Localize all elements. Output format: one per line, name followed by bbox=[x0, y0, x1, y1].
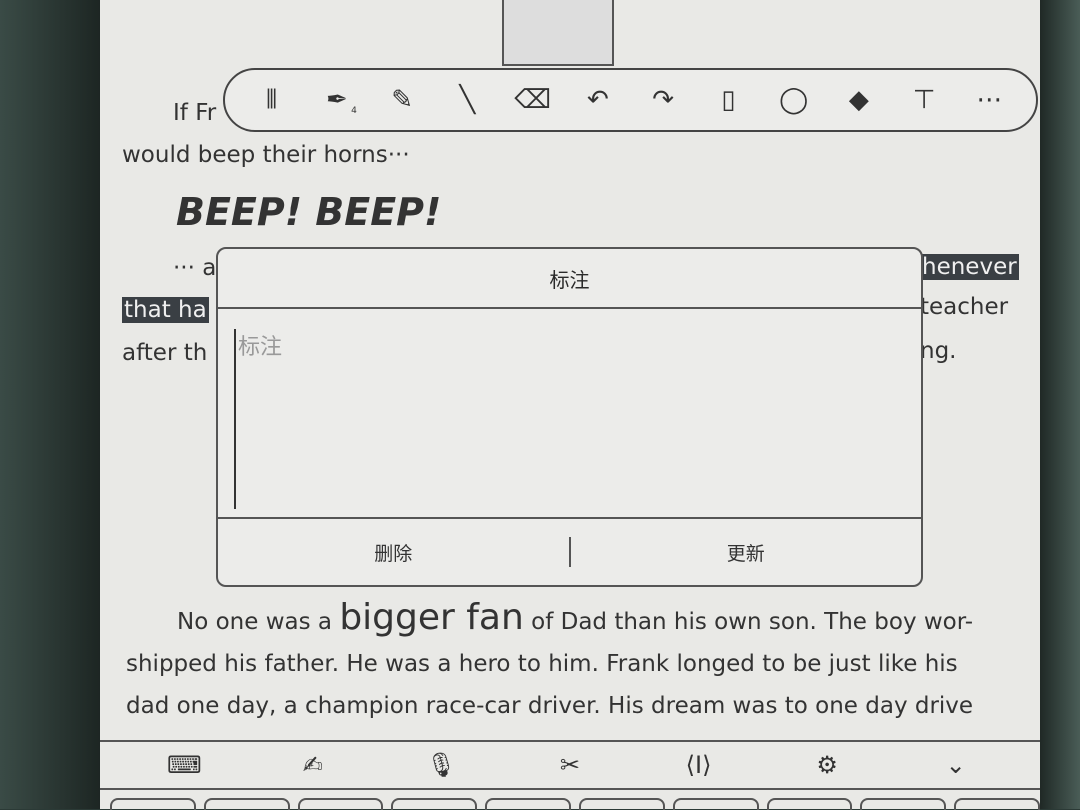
beep-heading: BEEP! BEEP! bbox=[176, 190, 442, 234]
settings-icon: ⚙ bbox=[816, 751, 838, 779]
reader-page: If Fr would beep their horns··· BEEP! BE… bbox=[100, 0, 1040, 810]
keyboard-icon: ⌨ bbox=[166, 751, 202, 779]
text-line: would beep their horns··· bbox=[122, 142, 410, 168]
key[interactable] bbox=[110, 798, 196, 810]
handwriting-button[interactable]: ✍ bbox=[295, 747, 331, 783]
large-text: bigger fan bbox=[339, 597, 524, 638]
save-button[interactable]: ▯ bbox=[708, 80, 748, 120]
annotation-dialog: 标注 删除 更新 bbox=[216, 247, 923, 587]
text-box-icon: ⊤ bbox=[912, 85, 936, 115]
text-line: teacher bbox=[920, 294, 1009, 320]
annotation-input[interactable] bbox=[234, 329, 904, 509]
delete-button[interactable]: 删除 bbox=[218, 519, 569, 585]
key[interactable] bbox=[954, 798, 1040, 810]
text-line: If Fr bbox=[173, 100, 217, 126]
illustration bbox=[502, 0, 614, 66]
pencil-add-icon: ✎ bbox=[391, 85, 414, 115]
paragraph-line: No one was a bigger fan of Dad than his … bbox=[177, 597, 974, 638]
key[interactable] bbox=[391, 798, 478, 810]
undo-button[interactable]: ↶ bbox=[578, 80, 618, 120]
settings-button[interactable]: ⚙ bbox=[809, 747, 845, 783]
key[interactable] bbox=[860, 798, 947, 810]
split-icon: ⫴ bbox=[266, 84, 278, 115]
text-line: ng. bbox=[920, 338, 957, 364]
cursor-icon: ⟨I⟩ bbox=[685, 751, 712, 779]
drawing-toolbar: ⫴ ✒ 4 ✎ ╲ ⌫ ↶ ↷ ▯ ◯ ◆ ⊤ ⋯ bbox=[223, 68, 1038, 132]
microphone-button[interactable]: 🎙 bbox=[423, 747, 459, 783]
highlighted-text[interactable]: henever bbox=[920, 254, 1019, 280]
text-line: after th bbox=[122, 340, 208, 366]
keyboard-row bbox=[110, 798, 1040, 810]
paragraph-line: dad one day, a champion race-car driver.… bbox=[126, 693, 974, 719]
undo-icon: ↶ bbox=[586, 85, 609, 115]
eraser-button[interactable]: ⌫ bbox=[513, 80, 553, 120]
text-line: ··· a bbox=[173, 255, 217, 281]
collapse-icon: ⌄ bbox=[945, 751, 966, 779]
key[interactable] bbox=[203, 798, 290, 810]
pen-icon: ✒ bbox=[325, 85, 348, 115]
clipboard-cut-icon: ✂ bbox=[559, 751, 581, 779]
redo-icon: ↷ bbox=[652, 85, 675, 115]
key[interactable] bbox=[297, 798, 384, 810]
lasso-button[interactable]: ◯ bbox=[774, 80, 814, 120]
device-bezel-right bbox=[1038, 0, 1080, 809]
key[interactable] bbox=[672, 798, 759, 810]
pen-size-label: 4 bbox=[351, 106, 357, 116]
more-button[interactable]: ⋯ bbox=[969, 80, 1009, 120]
eraser-icon: ⌫ bbox=[514, 85, 551, 115]
clipboard-cut-button[interactable]: ✂ bbox=[552, 747, 588, 783]
paragraph-line: shipped his father. He was a hero to him… bbox=[126, 651, 958, 677]
key[interactable] bbox=[766, 798, 853, 810]
dialog-title: 标注 bbox=[218, 249, 921, 309]
split-button[interactable]: ⫴ bbox=[252, 80, 292, 120]
key[interactable] bbox=[485, 798, 571, 810]
key[interactable] bbox=[578, 798, 665, 810]
fill-button[interactable]: ◆ bbox=[839, 80, 879, 120]
pen-button[interactable]: ✒ 4 bbox=[317, 80, 357, 120]
fill-icon: ◆ bbox=[848, 85, 869, 115]
collapse-button[interactable]: ⌄ bbox=[938, 747, 974, 783]
highlighted-text[interactable]: that ha bbox=[122, 297, 209, 323]
device-bezel-left bbox=[0, 0, 100, 809]
cursor-button[interactable]: ⟨I⟩ bbox=[681, 747, 717, 783]
more-icon: ⋯ bbox=[976, 85, 1003, 115]
keyboard-button[interactable]: ⌨ bbox=[166, 747, 202, 783]
bottom-toolbar: ⌨ ✍ 🎙 ✂ ⟨I⟩ ⚙ ⌄ bbox=[100, 740, 1040, 790]
lasso-icon: ◯ bbox=[779, 85, 809, 115]
line-icon: ╲ bbox=[459, 85, 476, 115]
handwriting-icon: ✍ bbox=[302, 751, 323, 779]
update-button[interactable]: 更新 bbox=[571, 519, 922, 585]
redo-button[interactable]: ↷ bbox=[643, 80, 683, 120]
microphone-icon: 🎙 bbox=[426, 751, 457, 779]
save-icon: ▯ bbox=[721, 85, 736, 115]
pencil-add-button[interactable]: ✎ bbox=[382, 80, 422, 120]
line-button[interactable]: ╲ bbox=[447, 80, 487, 120]
text-box-button[interactable]: ⊤ bbox=[904, 80, 944, 120]
